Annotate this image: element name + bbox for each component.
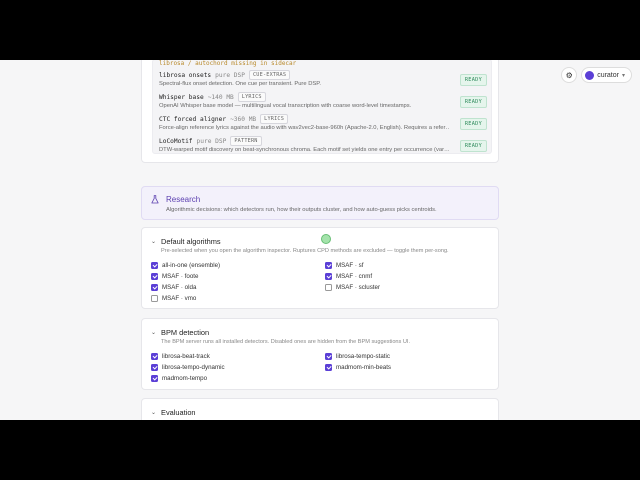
detector-name: CTC forced aligner	[159, 115, 227, 123]
settings-button[interactable]: ⚙	[561, 67, 578, 83]
checkbox[interactable]	[325, 353, 332, 360]
detector-size: ~360 MB	[230, 115, 257, 123]
chevron-down-icon: ⌄	[151, 410, 157, 416]
checkbox[interactable]	[325, 284, 332, 291]
checkbox[interactable]	[325, 364, 332, 371]
detector-name: Whisper base	[159, 93, 204, 101]
checkbox[interactable]	[151, 295, 158, 302]
algo-option-msaf-vmo[interactable]: MSAF · vmo	[151, 295, 196, 302]
section-subtitle: Pre-selected when you open the algorithm…	[161, 248, 449, 254]
algo-option-msaf-olda[interactable]: MSAF · olda	[151, 284, 196, 291]
ready-badge: READY	[459, 74, 487, 86]
detector-row-whisper: Whisper base ~140 MB LYRICS OpenAI Whisp…	[159, 92, 487, 112]
detector-desc: Force-align reference lyrics against the…	[159, 125, 449, 131]
evaluation-toggle[interactable]: ⌄ Evaluation	[151, 408, 196, 417]
option-label: MSAF · olda	[162, 284, 197, 291]
bpm-detection-card: ⌄ BPM detection The BPM server runs all …	[141, 318, 499, 390]
missing-note: librosa / autochord missing in sidecar	[159, 60, 297, 67]
checkbox[interactable]	[151, 262, 158, 269]
chevron-down-icon: ⌄	[151, 239, 157, 245]
algo-option-all-in-one[interactable]: all-in-one (ensemble)	[151, 262, 220, 269]
bpm-detection-toggle[interactable]: ⌄ BPM detection	[151, 328, 209, 337]
detector-name: LoCoMotif	[159, 137, 193, 145]
checkbox[interactable]	[325, 262, 332, 269]
algo-option-msaf-cnmf[interactable]: MSAF · cnmf	[325, 273, 372, 280]
section-title: Evaluation	[161, 408, 196, 417]
section-title: BPM detection	[161, 328, 210, 337]
algo-option-msaf-foote[interactable]: MSAF · foote	[151, 273, 198, 280]
option-label: madmom-tempo	[162, 375, 208, 382]
option-label: MSAF · scluster	[336, 284, 381, 291]
detector-row-locomotif: LoCoMotif pure DSP PATTERN DTW-warped mo…	[159, 136, 487, 156]
detector-desc: OpenAI Whisper base model — multilingual…	[159, 103, 412, 109]
algo-option-msaf-sf[interactable]: MSAF · sf	[325, 262, 364, 269]
research-subtitle: Algorithmic decisions: which detectors r…	[166, 207, 437, 213]
ready-badge: READY	[459, 96, 487, 108]
option-label: MSAF · sf	[336, 262, 364, 269]
detector-tag: LYRICS	[260, 114, 289, 124]
default-algorithms-toggle[interactable]: ⌄ Default algorithms	[151, 237, 221, 246]
checkbox[interactable]	[151, 284, 158, 291]
ready-badge: READY	[459, 118, 487, 130]
option-label: MSAF · cnmf	[336, 273, 373, 280]
bpm-option-madmom-tempo[interactable]: madmom-tempo	[151, 375, 207, 382]
cursor-indicator	[321, 234, 331, 244]
section-title: Default algorithms	[161, 237, 221, 246]
detector-size: pure DSP	[215, 71, 245, 79]
ready-badge: READY	[459, 140, 487, 152]
detector-tag: CUE-EXTRAS	[248, 70, 291, 80]
option-label: MSAF · foote	[162, 273, 199, 280]
flask-icon	[151, 195, 159, 204]
gear-icon: ⚙	[565, 70, 573, 80]
checkbox[interactable]	[151, 273, 158, 280]
bpm-option-librosa-beat-track[interactable]: librosa-beat-track	[151, 353, 210, 360]
bpm-option-librosa-tempo-static[interactable]: librosa-tempo-static	[325, 353, 390, 360]
research-title: Research	[166, 195, 201, 204]
user-menu-button[interactable]: curator ▾	[581, 67, 632, 83]
detector-size: ~140 MB	[207, 93, 234, 101]
detector-card: librosa / autochord missing in sidecar l…	[141, 60, 499, 163]
app-viewport: librosa / autochord missing in sidecar l…	[0, 60, 640, 420]
chevron-down-icon: ▾	[621, 72, 625, 79]
detector-size: pure DSP	[196, 137, 227, 145]
algo-option-msaf-scluster[interactable]: MSAF · scluster	[325, 284, 380, 291]
option-label: librosa-tempo-dynamic	[162, 364, 225, 371]
detector-desc: Spectral-flux onset detection. One cue p…	[159, 81, 321, 87]
option-label: MSAF · vmo	[162, 295, 197, 302]
detector-row-librosa-onsets: librosa onsets pure DSP CUE-EXTRAS Spect…	[159, 70, 487, 90]
detector-tag: LYRICS	[237, 92, 266, 102]
option-label: librosa-beat-track	[162, 353, 210, 360]
evaluation-card: ⌄ Evaluation	[141, 398, 499, 420]
detector-tag: PATTERN	[230, 136, 262, 146]
section-subtitle: The BPM server runs all installed detect…	[161, 339, 411, 345]
option-label: madmom-min-beats	[336, 364, 392, 371]
chevron-down-icon: ⌄	[151, 330, 157, 336]
detector-name: librosa onsets	[159, 71, 212, 79]
detector-desc: DTW-warped motif discovery on beat-synch…	[159, 147, 449, 153]
bpm-option-madmom-min-beats[interactable]: madmom-min-beats	[325, 364, 391, 371]
user-name: curator	[597, 71, 619, 79]
bpm-option-librosa-tempo-dynamic[interactable]: librosa-tempo-dynamic	[151, 364, 225, 371]
default-algorithms-card: ⌄ Default algorithms Pre-selected when y…	[141, 227, 499, 309]
user-controls: ⚙ curator ▾	[561, 67, 632, 83]
checkbox[interactable]	[325, 273, 332, 280]
detector-row-ctc-aligner: CTC forced aligner ~360 MB LYRICS Force-…	[159, 114, 487, 134]
option-label: librosa-tempo-static	[336, 353, 390, 360]
avatar	[585, 70, 595, 80]
option-label: all-in-one (ensemble)	[162, 262, 221, 269]
checkbox[interactable]	[151, 364, 158, 371]
checkbox[interactable]	[151, 353, 158, 360]
research-section-header: Research Algorithmic decisions: which de…	[141, 186, 499, 220]
checkbox[interactable]	[151, 375, 158, 382]
detector-list: librosa / autochord missing in sidecar l…	[152, 60, 492, 154]
